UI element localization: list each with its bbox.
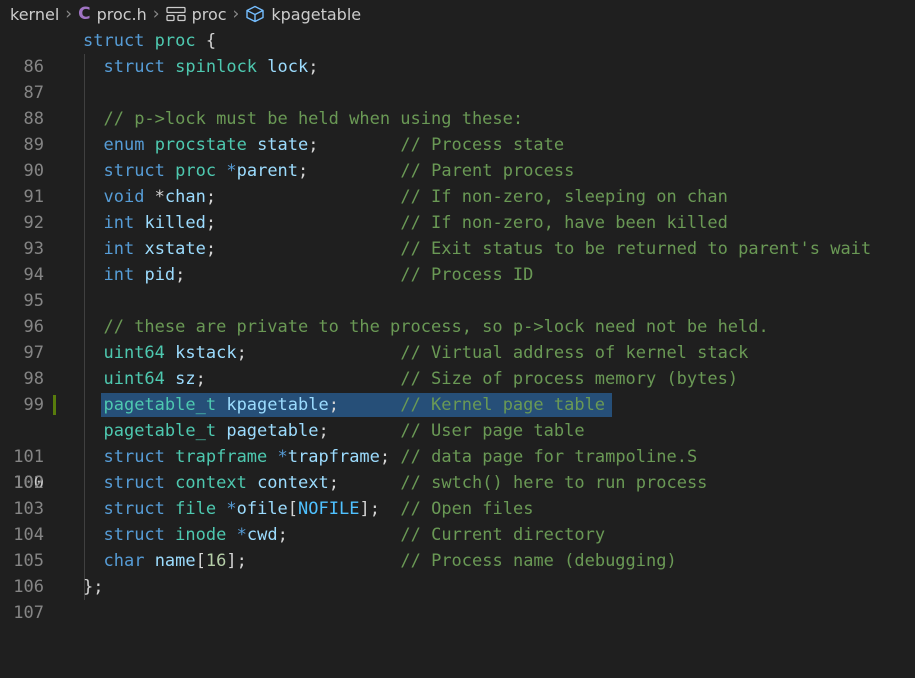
breadcrumb-field[interactable]: kpagetable: [271, 5, 361, 24]
code-line[interactable]: 97 // these are private to the process, …: [0, 314, 915, 363]
code-line[interactable]: 101 pagetable_t pagetable; // User page …: [0, 418, 915, 467]
breadcrumb-struct[interactable]: proc: [192, 5, 227, 24]
code-text[interactable]: char name[16]; // Process name (debuggin…: [83, 548, 676, 574]
code-text[interactable]: int xstate; // Exit status to be returne…: [83, 236, 871, 262]
code-text[interactable]: struct proc {: [83, 28, 216, 54]
code-text[interactable]: void *chan; // If non-zero, sleeping on …: [83, 184, 727, 210]
code-text[interactable]: struct proc *parent; // Parent process: [83, 158, 574, 184]
code-line[interactable]: 88: [0, 80, 915, 129]
code-line[interactable]: 102 struct trapframe *trapframe; // data…: [0, 444, 915, 493]
code-line[interactable]: 107 };: [0, 574, 915, 623]
code-text[interactable]: };: [83, 574, 103, 600]
code-line-active[interactable]: 100 pagetable_t kpagetable; // Kernel pa…: [0, 392, 915, 493]
code-line[interactable]: 87 struct spinlock lock;: [0, 54, 915, 103]
code-line[interactable]: 103 struct context context; // swtch() h…: [0, 470, 915, 519]
code-text[interactable]: struct spinlock lock;: [83, 54, 318, 80]
breadcrumb-file[interactable]: proc.h: [97, 5, 147, 24]
code-line[interactable]: 92 void *chan; // If non-zero, sleeping …: [0, 184, 915, 233]
code-text[interactable]: struct context context; // swtch() here …: [83, 470, 707, 496]
code-line[interactable]: 96: [0, 288, 915, 337]
code-line[interactable]: 106 char name[16]; // Process name (debu…: [0, 548, 915, 597]
code-text[interactable]: struct inode *cwd; // Current directory: [83, 522, 605, 548]
code-text[interactable]: int killed; // If non-zero, have been ki…: [83, 210, 727, 236]
code-line[interactable]: 89 // p->lock must be held when using th…: [0, 106, 915, 155]
code-line[interactable]: 104 struct file *ofile[NOFILE]; // Open …: [0, 496, 915, 545]
code-text[interactable]: struct trapframe *trapframe; // data pag…: [83, 444, 697, 470]
chevron-right-icon: ›: [65, 4, 73, 24]
code-line[interactable]: 91 struct proc *parent; // Parent proces…: [0, 158, 915, 207]
code-line[interactable]: 95 int pid; // Process ID: [0, 262, 915, 311]
chevron-right-icon: ›: [232, 4, 240, 24]
field-icon: [245, 5, 265, 23]
code-editor[interactable]: 86 struct proc { 87 struct spinlock lock…: [0, 28, 915, 623]
code-text[interactable]: enum procstate state; // Process state: [83, 132, 564, 158]
code-text[interactable]: // p->lock must be held when using these…: [83, 106, 523, 132]
code-text[interactable]: pagetable_t kpagetable; // Kernel page t…: [83, 392, 605, 418]
code-text[interactable]: struct file *ofile[NOFILE]; // Open file…: [83, 496, 533, 522]
code-text[interactable]: // these are private to the process, so …: [83, 314, 768, 340]
c-file-icon: C: [78, 4, 91, 24]
code-line[interactable]: 98 uint64 kstack; // Virtual address of …: [0, 340, 915, 389]
code-text[interactable]: pagetable_t pagetable; // User page tabl…: [83, 418, 584, 444]
modified-line-indicator: [53, 395, 56, 415]
code-line[interactable]: 86 struct proc {: [0, 28, 915, 77]
chevron-right-icon: ›: [152, 4, 160, 24]
code-line[interactable]: 94 int xstate; // Exit status to be retu…: [0, 236, 915, 285]
breadcrumb: kernel › C proc.h › proc › kpagetable: [0, 0, 915, 28]
code-text[interactable]: int pid; // Process ID: [83, 262, 533, 288]
line-number: 107: [13, 603, 44, 623]
code-line[interactable]: 90 enum procstate state; // Process stat…: [0, 132, 915, 181]
code-text[interactable]: uint64 sz; // Size of process memory (by…: [83, 366, 738, 392]
code-line[interactable]: 99 uint64 sz; // Size of process memory …: [0, 366, 915, 415]
code-line[interactable]: 93 int killed; // If non-zero, have been…: [0, 210, 915, 259]
code-text[interactable]: uint64 kstack; // Virtual address of ker…: [83, 340, 748, 366]
breadcrumb-folder[interactable]: kernel: [10, 5, 59, 24]
struct-icon: [165, 6, 186, 22]
code-line[interactable]: 105 struct inode *cwd; // Current direct…: [0, 522, 915, 571]
